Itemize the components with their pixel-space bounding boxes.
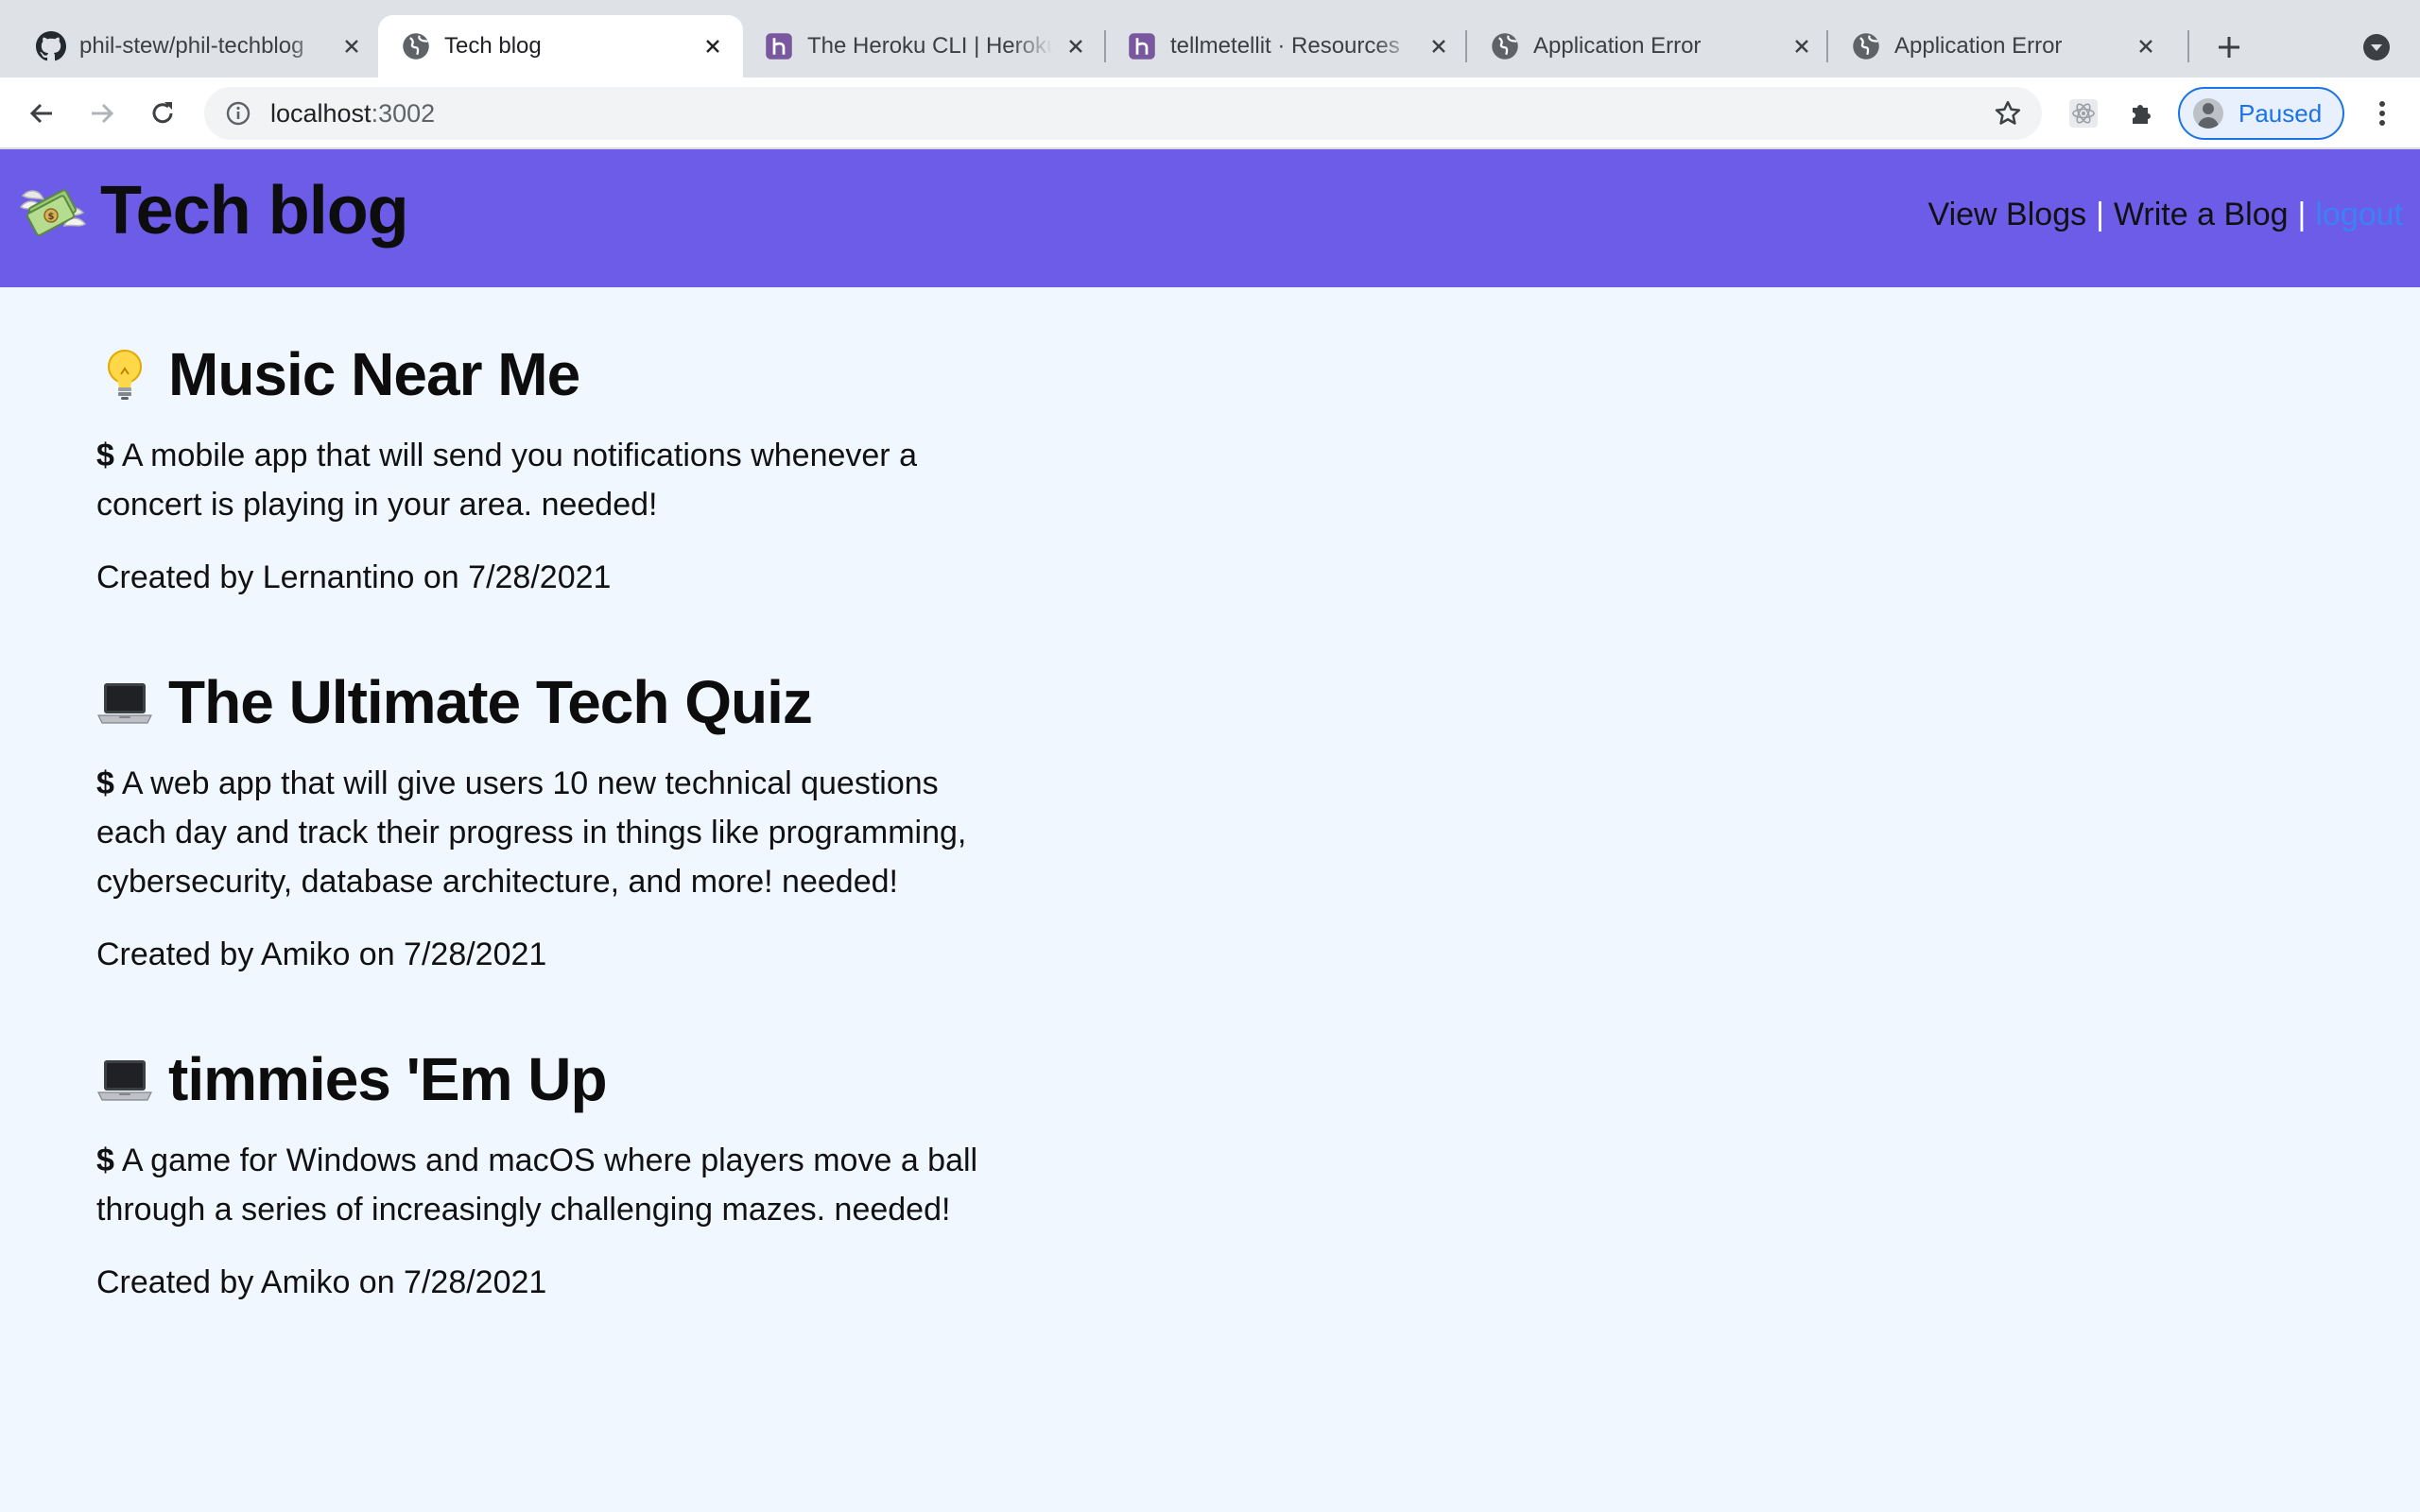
tab-title: Tech blog <box>444 33 542 59</box>
blog-post-list: Music Near Me $ A mobile app that will se… <box>96 331 1004 1301</box>
globe-icon <box>1490 31 1520 61</box>
browser-tab-strip: phil-stew/phil-techblog Tech blog The He… <box>0 0 2420 77</box>
url-port: :3002 <box>371 98 436 128</box>
post-body-text: A web app that will give users 10 new te… <box>96 765 967 900</box>
avatar <box>2193 98 2223 129</box>
post-description: $ A web app that will give users 10 new t… <box>96 759 1004 906</box>
tab-heroku-resources[interactable]: tellmetellit · Resources <box>1104 15 1469 77</box>
tab-application-error-1[interactable]: Application Error <box>1467 15 1832 77</box>
post-meta: Created by Amiko on 7/28/2021 <box>96 936 547 972</box>
laptop-icon <box>97 1060 152 1101</box>
site-title: Tech blog <box>100 173 409 249</box>
reload-icon[interactable] <box>144 94 182 132</box>
tab-heroku-cli[interactable]: The Heroku CLI | Heroku <box>741 15 1106 77</box>
tab-title: tellmetellit · Resources <box>1170 33 1416 60</box>
forward-arrow-icon[interactable] <box>83 94 121 132</box>
close-icon[interactable] <box>2133 33 2159 60</box>
view-blogs-link[interactable]: View Blogs <box>1928 197 2087 233</box>
site-header: $ Tech blog View Blogs | Write a Blog | … <box>0 149 2420 287</box>
url-text: localhost:3002 <box>270 99 435 129</box>
heroku-icon <box>1127 31 1157 61</box>
new-tab-plus-icon[interactable] <box>2210 28 2248 66</box>
tab-search-chevron-down-icon[interactable] <box>2358 28 2395 66</box>
github-icon <box>36 31 66 61</box>
post-meta: Created by Amiko on 7/28/2021 <box>96 1264 547 1300</box>
post-header: Music Near Me <box>96 331 1004 418</box>
post-meta: Created by Lernantino on 7/28/2021 <box>96 559 612 595</box>
tab-title: The Heroku CLI | Heroku <box>807 33 1053 60</box>
tab-title: Application Error <box>1894 33 2063 59</box>
address-bar[interactable]: localhost:3002 <box>204 87 2042 140</box>
blog-post: timmies 'Em Up $ A game for Windows and m… <box>96 1036 1004 1301</box>
site-nav: View Blogs | Write a Blog | logout <box>1928 197 2403 233</box>
tab-separator <box>2187 30 2189 62</box>
nav-separator: | <box>2297 197 2307 232</box>
post-title[interactable]: timmies 'Em Up <box>168 1044 608 1114</box>
globe-icon <box>401 31 431 61</box>
bookmark-star-icon[interactable] <box>1993 98 2023 129</box>
url-host: localhost <box>270 98 372 128</box>
light-bulb-icon <box>108 350 142 400</box>
browser-toolbar: localhost:3002 Paused <box>0 77 2420 149</box>
close-icon[interactable] <box>1426 33 1452 60</box>
post-description: $ A game for Windows and macOS where play… <box>96 1136 1004 1234</box>
post-description: $ A mobile app that will send you notific… <box>96 431 1004 529</box>
blog-post: Music Near Me $ A mobile app that will se… <box>96 331 1004 596</box>
dollar-sign-icon: $ <box>96 438 114 473</box>
tab-github[interactable]: phil-stew/phil-techblog <box>13 15 382 77</box>
tab-title: phil-stew/phil-techblog <box>79 33 329 60</box>
laptop-icon <box>97 683 152 724</box>
logout-link[interactable]: logout <box>2315 197 2403 233</box>
post-title[interactable]: Music Near Me <box>168 339 580 409</box>
profile-status-label: Paused <box>2238 98 2323 128</box>
write-blog-link[interactable]: Write a Blog <box>2114 197 2289 233</box>
dollar-sign-icon: $ <box>96 1143 114 1178</box>
tab-application-error-2[interactable]: Application Error <box>1828 15 2176 77</box>
money-with-wings-icon: $ <box>19 189 87 236</box>
dollar-sign-icon: $ <box>96 765 114 801</box>
nav-separator: | <box>2096 197 2104 232</box>
post-title[interactable]: The Ultimate Tech Quiz <box>168 667 813 737</box>
tab-tech-blog[interactable]: Tech blog <box>378 15 743 77</box>
post-body-text: A game for Windows and macOS where playe… <box>96 1143 978 1228</box>
blog-post: The Ultimate Tech Quiz $ A web app that w… <box>96 659 1004 973</box>
tab-title: Application Error <box>1533 33 1702 59</box>
post-spacer <box>96 596 1004 659</box>
react-devtools-extension-icon[interactable] <box>2066 96 2100 130</box>
site-logo[interactable]: $ Tech blog <box>17 172 409 249</box>
post-header: timmies 'Em Up <box>96 1036 1004 1123</box>
globe-icon <box>1851 31 1881 61</box>
svg-text:$: $ <box>48 212 55 222</box>
close-icon[interactable] <box>1063 33 1089 60</box>
profile-paused-button[interactable]: Paused <box>2178 87 2344 140</box>
post-header: The Ultimate Tech Quiz <box>96 659 1004 746</box>
site-info-icon[interactable] <box>223 98 253 129</box>
post-body-text: A mobile app that will send you notifica… <box>96 438 917 523</box>
back-arrow-icon[interactable] <box>23 94 60 132</box>
more-vertical-icon[interactable] <box>2363 94 2401 132</box>
close-icon[interactable] <box>1789 33 1815 60</box>
post-spacer <box>96 973 1004 1036</box>
close-icon[interactable] <box>700 33 726 60</box>
extensions-puzzle-icon[interactable] <box>2125 96 2159 130</box>
close-icon[interactable] <box>338 33 365 60</box>
heroku-icon <box>764 31 794 61</box>
